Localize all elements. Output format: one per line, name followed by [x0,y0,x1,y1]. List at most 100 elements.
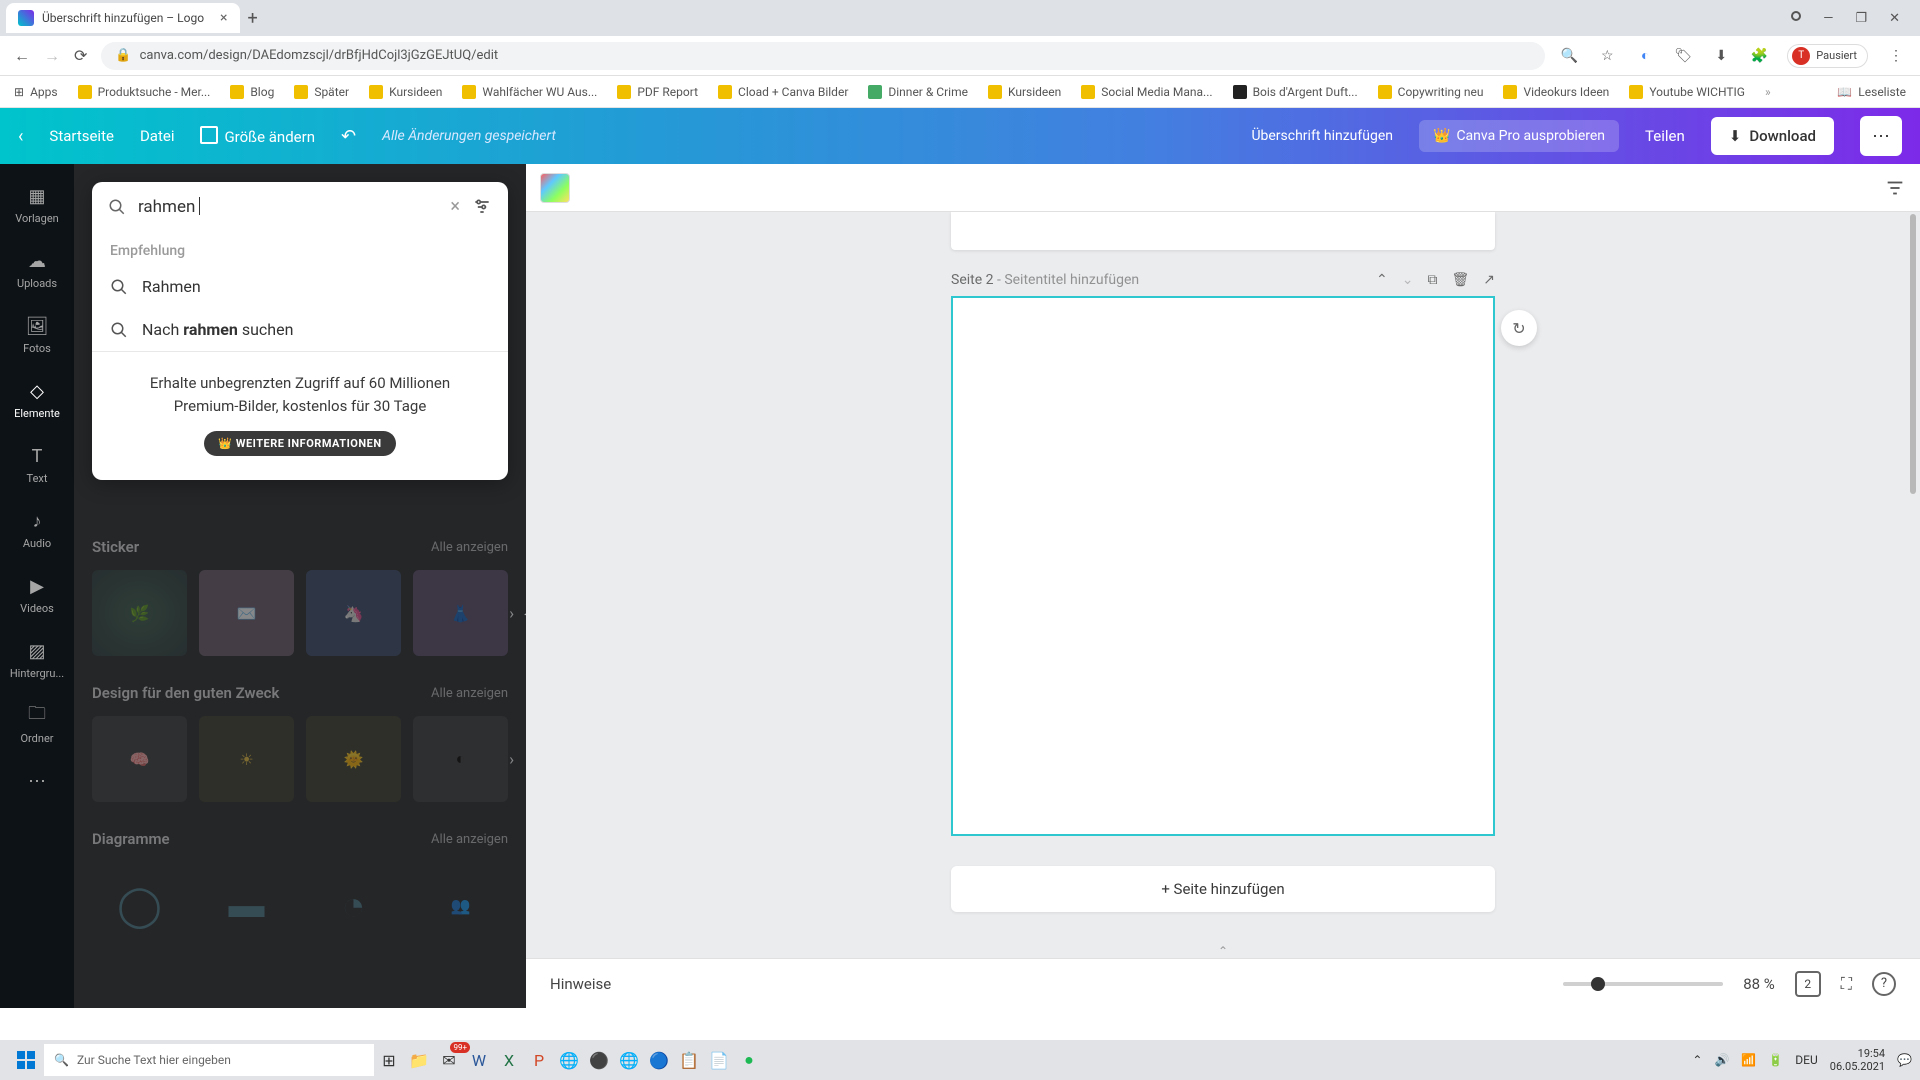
sidebar-elements[interactable]: ◇Elemente [0,367,74,432]
windows-search[interactable]: 🔍Zur Suche Text hier eingeben [44,1044,374,1076]
vertical-scrollbar[interactable] [1910,214,1916,956]
tray-chevron-icon[interactable]: ⌃ [1692,1053,1702,1067]
sidebar-background[interactable]: ▨Hintergru... [0,627,74,692]
bookmark-item[interactable]: Später [294,85,349,99]
bookmark-item[interactable]: Copywriting neu [1378,85,1484,99]
filter-icon[interactable] [472,197,492,217]
volume-icon[interactable]: 🔊 [1714,1053,1729,1067]
next-icon[interactable]: › [509,604,514,623]
chart-thumb[interactable]: 👥 [413,862,508,948]
menu-icon[interactable]: ⋮ [1886,46,1906,66]
page-count-badge[interactable]: 2 [1795,971,1821,997]
profile-chip[interactable]: T Pausiert [1787,44,1868,68]
design-thumb[interactable]: 🧠 [92,716,187,802]
help-icon[interactable]: ? [1872,972,1896,996]
bookmark-item[interactable]: PDF Report [617,85,698,99]
battery-icon[interactable]: 🔋 [1768,1053,1783,1067]
see-all-link[interactable]: Alle anzeigen [431,832,508,847]
back-button[interactable]: ‹ [18,126,23,147]
see-all-link[interactable]: Alle anzeigen [431,686,508,701]
try-pro-button[interactable]: 👑Canva Pro ausprobieren [1419,120,1619,152]
resize-button[interactable]: Größe ändern [200,126,315,146]
export-icon[interactable]: ↗ [1483,272,1495,288]
star-icon[interactable]: ☆ [1597,46,1617,66]
chart-thumb[interactable]: ◔ [306,862,401,948]
design-title[interactable]: Überschrift hinzufügen [1251,128,1393,144]
app-icon[interactable]: 🌐 [554,1044,584,1076]
apps-button[interactable]: ⊞Apps [14,85,58,99]
ext1-icon[interactable]: ◐ [1635,46,1655,66]
chart-thumb[interactable]: ▬ [199,862,294,948]
powerpoint-icon[interactable]: P [524,1044,554,1076]
page-title-field[interactable]: Seite 2 - Seitentitel hinzufügen [951,272,1362,288]
language-indicator[interactable]: DEU [1795,1053,1817,1067]
address-bar[interactable]: 🔒 canva.com/design/DAEdomzscjl/drBfjHdCo… [101,42,1545,70]
excel-icon[interactable]: X [494,1044,524,1076]
bookmark-item[interactable]: Blog [230,85,274,99]
zoom-icon[interactable]: 🔍 [1559,46,1579,66]
add-page-button[interactable]: + Seite hinzufügen [951,866,1495,912]
download-button[interactable]: ⬇Download [1711,117,1834,155]
bookmark-item[interactable]: Kursideen [369,85,442,99]
close-tab-icon[interactable]: × [220,10,227,26]
regenerate-button[interactable]: ↻ [1501,310,1537,346]
page-2-canvas[interactable]: ↻ [951,296,1495,836]
sidebar-videos[interactable]: ▶Videos [0,562,74,627]
sidebar-uploads[interactable]: ☁Uploads [0,237,74,302]
design-thumb[interactable]: ☀ [199,716,294,802]
clear-search-icon[interactable]: × [450,196,460,217]
bookmark-item[interactable]: Videokurs Ideen [1503,85,1609,99]
app-icon[interactable]: 📄 [704,1044,734,1076]
next-icon[interactable]: › [509,750,514,769]
browser-tab[interactable]: Überschrift hinzufügen – Logo × [6,3,240,33]
sticker-thumb[interactable]: 🦄 [306,570,401,656]
sticker-thumb[interactable]: 👗 [413,570,508,656]
sidebar-templates[interactable]: ▦Vorlagen [0,172,74,237]
canvas-scroll[interactable]: Seite 2 - Seitentitel hinzufügen ⌃ ⌄ ⧉ 🗑… [526,212,1920,958]
trash-icon[interactable]: 🗑 [1451,272,1469,288]
ext2-icon[interactable]: 🏷 [1673,46,1693,66]
sidebar-more[interactable]: ⋯ [0,757,74,805]
minimize-icon[interactable]: — [1823,11,1833,26]
bookmark-item[interactable]: Wahlfächer WU Aus... [462,85,597,99]
suggestion-item[interactable]: Rahmen [92,265,508,308]
search-input[interactable]: rahmen [138,197,438,217]
new-tab-button[interactable]: + [248,8,258,29]
sticker-thumb[interactable]: 🌿 [92,570,187,656]
undo-icon[interactable]: ↶ [341,126,356,147]
ext3-icon[interactable]: ⬇ [1711,46,1731,66]
zoom-slider[interactable] [1563,982,1723,986]
maximize-icon[interactable]: ❐ [1855,11,1867,26]
design-thumb[interactable]: ◐ [413,716,508,802]
chrome-icon[interactable]: 🌐 [614,1044,644,1076]
suggestion-item[interactable]: Nach rahmen suchen [92,308,508,351]
zoom-level[interactable]: 88 % [1743,975,1775,993]
bookmark-item[interactable]: Kursideen [988,85,1061,99]
duplicate-icon[interactable]: ⧉ [1427,272,1437,288]
bookmark-item[interactable]: Cload + Canva Bilder [718,85,848,99]
clock[interactable]: 19:5406.05.2021 [1830,1047,1885,1073]
share-button[interactable]: Teilen [1645,127,1685,145]
see-all-link[interactable]: Alle anzeigen [431,540,508,555]
sticker-thumb[interactable]: ✉️ [199,570,294,656]
extensions-icon[interactable]: 🧩 [1749,46,1769,66]
filter-icon[interactable] [1884,177,1906,199]
expand-panel-icon[interactable]: ⌃ [1218,944,1228,958]
notes-button[interactable]: Hinweise [550,975,611,993]
chevron-down-icon[interactable]: ⌄ [1402,272,1414,288]
notifications-icon[interactable]: 💬 [1897,1053,1912,1067]
task-view-icon[interactable]: ⊞ [374,1044,404,1076]
bookmark-item[interactable]: Dinner & Crime [868,85,968,99]
premium-cta-button[interactable]: 👑 WEITERE INFORMATIONEN [204,431,395,456]
chevron-up-icon[interactable]: ⌃ [1376,272,1388,288]
explorer-icon[interactable]: 📁 [404,1044,434,1076]
spotify-icon[interactable]: ● [734,1044,764,1076]
sidebar-photos[interactable]: 🖼Fotos [0,302,74,367]
home-button[interactable]: Startseite [49,127,114,145]
sidebar-folders[interactable]: 🗀Ordner [0,692,74,757]
wifi-icon[interactable]: 📶 [1741,1053,1756,1067]
app-icon[interactable]: ⚫ [584,1044,614,1076]
app-icon[interactable]: 📋 [674,1044,704,1076]
file-button[interactable]: Datei [140,127,175,145]
bookmark-item[interactable]: Produktsuche - Mer... [78,85,211,99]
